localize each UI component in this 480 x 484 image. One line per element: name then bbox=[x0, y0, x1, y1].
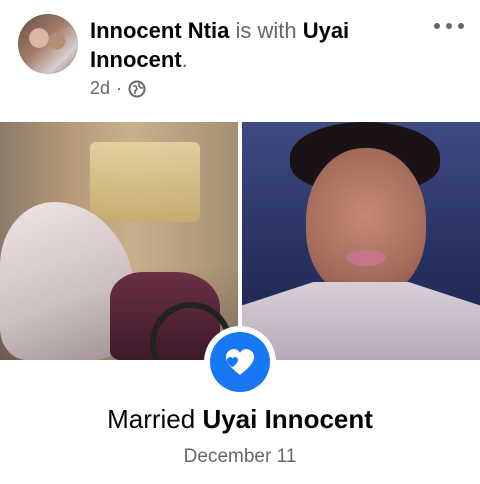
heart-icon bbox=[210, 332, 270, 392]
photo-right[interactable] bbox=[242, 122, 480, 360]
photo-left[interactable] bbox=[0, 122, 238, 360]
avatar[interactable] bbox=[18, 14, 78, 74]
photo-collage bbox=[0, 122, 480, 360]
life-event-badge bbox=[204, 326, 276, 398]
post-title: Innocent Ntia is with Uyai Innocent. bbox=[90, 16, 420, 74]
more-options-icon[interactable] bbox=[434, 18, 464, 34]
life-event-prefix: Married bbox=[107, 404, 203, 434]
post-meta: 2d · bbox=[90, 78, 146, 99]
with-connector: is with bbox=[229, 18, 303, 43]
globe-icon[interactable] bbox=[128, 80, 146, 98]
life-event-date: December 11 bbox=[183, 446, 297, 467]
life-event-title: Married Uyai Innocent bbox=[0, 404, 480, 435]
life-event-name[interactable]: Uyai Innocent bbox=[202, 404, 372, 434]
title-period: . bbox=[181, 47, 188, 72]
post-time[interactable]: 2d bbox=[90, 78, 110, 99]
meta-separator: · bbox=[116, 78, 123, 98]
post-header: Innocent Ntia is with Uyai Innocent. 2d … bbox=[0, 0, 480, 112]
author-name[interactable]: Innocent Ntia bbox=[90, 18, 229, 43]
